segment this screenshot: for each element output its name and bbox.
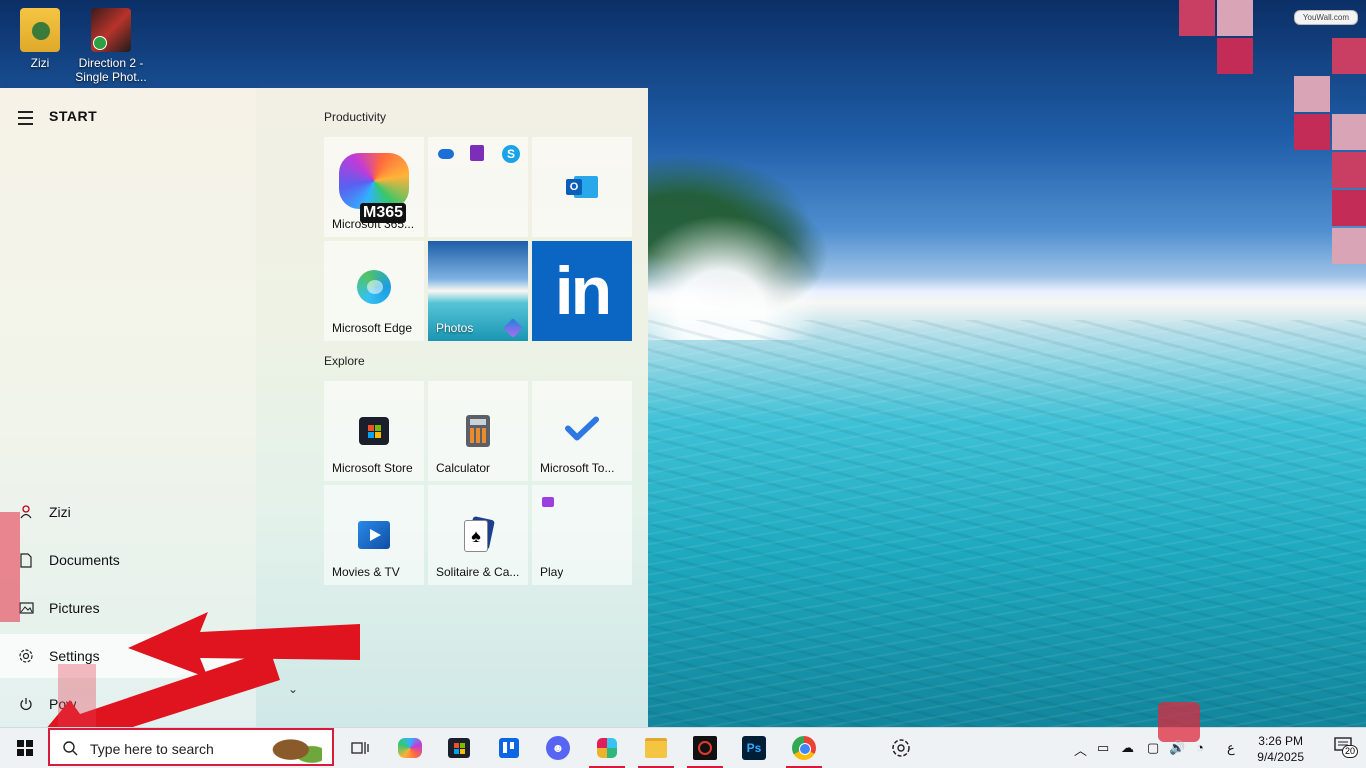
tile-microsoft-store[interactable]: Microsoft Store [324, 381, 424, 481]
wallpaper-pixel-block [1332, 152, 1366, 188]
onenote-icon [470, 145, 484, 161]
sidebar-item-documents[interactable]: Documents [0, 538, 256, 582]
search-icon [62, 740, 78, 761]
tile-photos[interactable]: Photos [428, 241, 528, 341]
tile-label: Microsoft To... [540, 461, 615, 475]
meet-now-icon[interactable]: ▢ [1147, 740, 1159, 756]
volume-icon[interactable]: 🔊 [1169, 740, 1185, 756]
copilot-icon[interactable] [396, 734, 424, 762]
wifi-icon[interactable]: ◔ [1196, 740, 1204, 755]
search-highlight-bear-icon [270, 732, 322, 764]
clock-date: 9/4/2025 [1257, 750, 1304, 764]
chrome-icon[interactable] [786, 734, 822, 768]
play-folder-icon [542, 497, 554, 507]
start-title: START [49, 108, 98, 124]
desktop-icon-label: Zizi [30, 56, 50, 70]
wallpaper-pixel-block [1294, 76, 1330, 112]
sidebar-item-label: Zizi [49, 504, 71, 520]
taskbar-search-box[interactable]: Type here to search [48, 728, 334, 766]
wallpaper-island [630, 150, 890, 340]
tile-label: Movies & TV [332, 565, 400, 579]
search-placeholder: Type here to search [90, 741, 214, 757]
tile-microsoft-todo[interactable]: Microsoft To... [532, 381, 632, 481]
store-icon[interactable] [445, 734, 473, 762]
tile-linkedin[interactable]: in [532, 241, 632, 341]
wallpaper-pixel-block [1332, 228, 1366, 264]
wallpaper-pixel-block [1294, 114, 1330, 150]
picture-icon [18, 600, 34, 616]
sidebar-item-user[interactable]: Zizi [0, 490, 256, 534]
document-icon [18, 552, 34, 568]
photoshop-label: Ps [742, 736, 766, 760]
pen-device-icon[interactable]: ▭ [1097, 740, 1109, 756]
clock-time: 3:26 PM [1258, 734, 1303, 748]
todo-icon [565, 416, 599, 447]
sidebar-item-label: Documents [49, 552, 120, 568]
group-label-explore: Explore [324, 354, 365, 368]
photoshop-icon[interactable]: Ps [740, 734, 768, 762]
sidebar-item-label: Pictures [49, 600, 100, 616]
desktop-icon-user-folder[interactable]: Zizi [0, 8, 80, 70]
taskbar: Type here to search ☻ Ps ︿ ▭ ☁ ▢ 🔊 ◔ ع 3… [0, 702, 1366, 768]
tile-movies-tv[interactable]: Movies & TV [324, 485, 424, 585]
onedrive-cloud-icon[interactable]: ☁ [1121, 740, 1134, 756]
desktop-icon-photo-file[interactable]: Direction 2 - Single Phot... [71, 8, 151, 84]
tile-microsoft-edge[interactable]: Microsoft Edge [324, 241, 424, 341]
task-view-icon[interactable] [346, 734, 374, 762]
wallpaper-pixel-block [1332, 38, 1366, 74]
windows-start-icon[interactable] [17, 740, 33, 756]
tile-label: Solitaire & Ca... [436, 565, 520, 579]
tile-calculator[interactable]: Calculator [428, 381, 528, 481]
wallpaper-pixel-block [1332, 190, 1366, 226]
photo-file-icon [91, 8, 131, 52]
tile-label: Play [540, 565, 564, 579]
tile-label: Microsoft Edge [332, 321, 413, 335]
wallpaper-pixel-block [1332, 114, 1366, 150]
movies-icon [358, 521, 390, 549]
solitaire-icon: ♠ [462, 516, 495, 552]
group-label-productivity: Productivity [324, 110, 387, 124]
tile-office-apps[interactable]: S [428, 137, 528, 237]
trello-icon[interactable] [495, 734, 523, 762]
tile-label: Microsoft 365... [332, 217, 415, 231]
language-indicator[interactable]: ع [1227, 740, 1235, 756]
tile-microsoft-365[interactable]: M365 Microsoft 365... [324, 137, 424, 237]
slack-icon[interactable] [589, 734, 625, 768]
wallpaper-pixel-block [1179, 0, 1215, 36]
tile-solitaire[interactable]: ♠ Solitaire & Ca... [428, 485, 528, 585]
skype-icon: S [502, 145, 520, 163]
tile-outlook[interactable]: O [532, 137, 632, 237]
wallpaper-sea [648, 320, 1366, 728]
tile-label: Calculator [436, 461, 491, 475]
show-hidden-icons-chevron-icon[interactable]: ︿ [1074, 740, 1087, 759]
chatgpt-icon[interactable] [887, 734, 915, 762]
discord-icon[interactable]: ☻ [544, 734, 572, 762]
notification-popup-icon [1158, 702, 1200, 742]
annotation-pixel-block [0, 512, 20, 622]
tile-label: Microsoft Store [332, 461, 413, 475]
annotation-pixel-block [58, 664, 96, 728]
m365-icon [339, 153, 409, 209]
desktop-icon-label: Direction 2 - Single Phot... [75, 56, 147, 84]
hamburger-menu-icon[interactable] [18, 111, 33, 125]
calculator-icon [466, 415, 490, 447]
notification-center-icon[interactable]: 20 [1334, 737, 1359, 758]
wallpaper-watermark: YouWall.com [1293, 10, 1358, 25]
tile-play-folder[interactable]: Play [532, 485, 632, 585]
outlook-icon: O [566, 174, 598, 200]
system-clock[interactable]: 3:26 PM 9/4/2025 [1257, 733, 1304, 765]
notification-count-badge: 20 [1342, 745, 1359, 758]
file-explorer-icon[interactable] [638, 734, 674, 768]
obs-icon[interactable] [687, 734, 723, 768]
wallpaper-pixel-block [1217, 38, 1253, 74]
store-icon [359, 417, 389, 445]
user-icon [18, 504, 34, 520]
edge-icon [357, 270, 391, 304]
user-folder-icon [20, 8, 60, 52]
wallpaper-pixel-block [1217, 0, 1253, 36]
tile-label: Photos [436, 321, 474, 335]
linkedin-icon: in [554, 253, 612, 329]
photos-icon [503, 318, 523, 338]
onedrive-icon [438, 149, 454, 159]
